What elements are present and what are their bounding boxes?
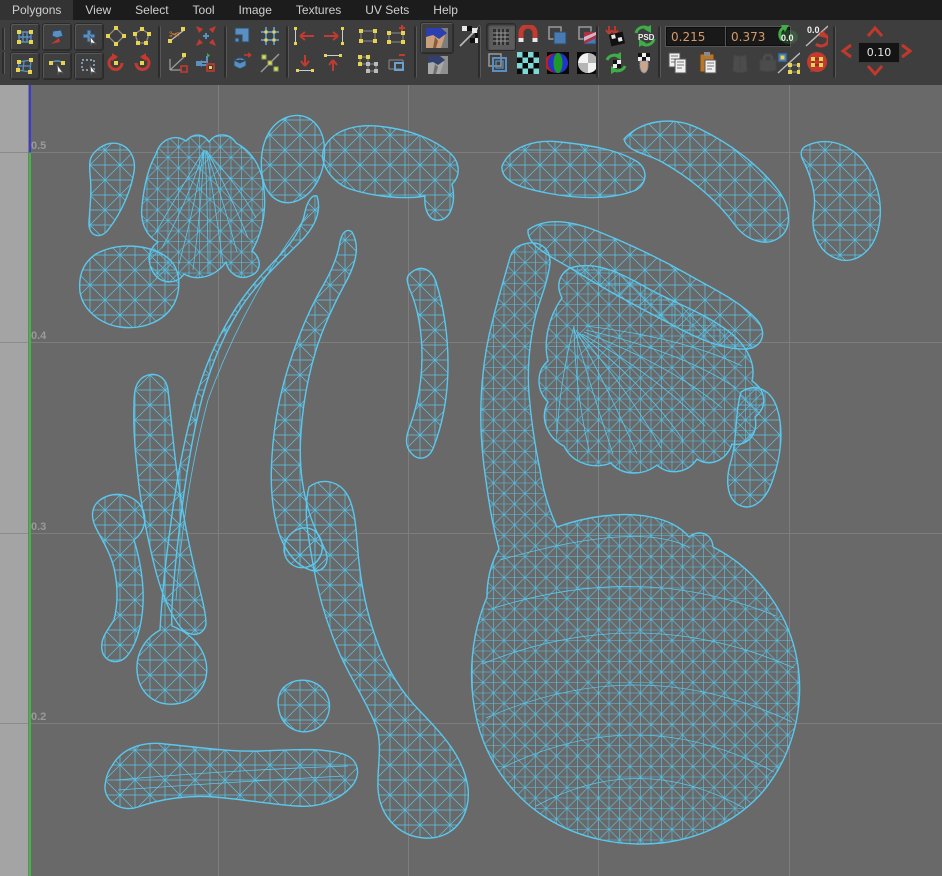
flip-u-button[interactable] [104, 24, 128, 48]
copy-paste-mode-toggle-button[interactable] [776, 51, 800, 75]
uv-shell [80, 246, 179, 327]
nudge-left-button[interactable] [840, 43, 854, 57]
grid-label-0-5: 0.5 [31, 140, 46, 152]
checker-map-toggle-button[interactable] [516, 51, 540, 75]
align-uvs-left-button[interactable] [292, 24, 316, 48]
align-uvs-bottom-button[interactable] [292, 51, 316, 75]
cycle-uvs-button[interactable] [804, 51, 828, 75]
menu-help[interactable]: Help [421, 0, 470, 20]
toolbar-separator [833, 26, 836, 78]
rotate-uvs-cw-button[interactable] [130, 51, 154, 75]
uv-editor-viewport[interactable]: 0.5 0.4 0.3 0.2 [0, 85, 942, 876]
isolate-select-remove-button[interactable] [384, 51, 408, 75]
pixel-snap-toggle-button[interactable] [486, 23, 516, 51]
u-coordinate-field[interactable] [666, 27, 730, 46]
copy-disabled-button [728, 51, 752, 75]
magnet-snap-button[interactable] [516, 24, 540, 48]
vertical-ruler [0, 85, 29, 876]
sew-uvs-button[interactable] [194, 24, 218, 48]
menu-textures[interactable]: Textures [284, 0, 353, 20]
menu-tool[interactable]: Tool [181, 0, 227, 20]
menu-bar: Polygons View Select Tool Image Textures… [0, 0, 942, 20]
grid-label-0-4: 0.4 [31, 330, 47, 342]
svg-text:0.0: 0.0 [781, 33, 794, 43]
align-uvs-top-button[interactable] [320, 51, 344, 75]
toolbar-separator [286, 26, 289, 78]
menu-uv-sets[interactable]: UV Sets [353, 0, 421, 20]
uv-smudge-tool-button[interactable] [42, 23, 72, 51]
shade-uvs-toggle-button[interactable] [546, 24, 570, 48]
rotate-uvs-ccw-button[interactable] [104, 51, 128, 75]
menu-polygons[interactable]: Polygons [0, 0, 73, 20]
toolbar-separator [224, 26, 227, 78]
dim-image-toggle-button[interactable] [424, 53, 452, 77]
nudge-value-field[interactable] [858, 42, 900, 63]
menu-view[interactable]: View [73, 0, 123, 20]
svg-text:✂: ✂ [169, 27, 180, 42]
toolbar: ✂ [0, 20, 942, 86]
toolbar-separator [414, 26, 417, 78]
nudge-down-button[interactable] [866, 63, 884, 77]
isolate-select-toggle-button[interactable] [356, 24, 380, 48]
select-edge-loop-tool-button[interactable] [42, 52, 72, 80]
uv-shell [105, 743, 358, 808]
nudge-right-button[interactable] [899, 43, 913, 57]
rotate-ccw-by-angle-button[interactable]: 0.0 [776, 24, 800, 48]
uv-shell [278, 680, 329, 732]
isolate-select-view-button[interactable] [356, 51, 380, 75]
toolbar-grip[interactable] [2, 26, 7, 78]
refresh-image-button[interactable] [604, 51, 628, 75]
svg-text:0.0: 0.0 [807, 25, 820, 35]
update-psd-networks-button[interactable]: PSD [632, 24, 656, 48]
display-image-toggle-button[interactable] [420, 22, 454, 54]
uv-lattice-deform-button[interactable] [10, 52, 40, 80]
unfold-uvs-button[interactable] [230, 51, 254, 75]
flip-v-button[interactable] [130, 24, 154, 48]
nudge-up-button[interactable] [866, 25, 884, 39]
menu-select[interactable]: Select [123, 0, 180, 20]
force-rebake-texture-button[interactable] [604, 24, 628, 48]
svg-text:PSD: PSD [638, 33, 655, 42]
move-and-sew-uvs-button[interactable] [194, 51, 218, 75]
move-uv-shell-tool-button[interactable] [74, 23, 104, 51]
menu-image[interactable]: Image [227, 0, 284, 20]
copy-uvs-button[interactable] [666, 51, 690, 75]
grid-label-0-2: 0.2 [31, 711, 46, 723]
paste-uvs-button[interactable] [696, 51, 720, 75]
toolbar-separator [478, 26, 481, 78]
layout-uvs-grid-button[interactable] [258, 24, 282, 48]
uv-lattice-tool-button[interactable] [10, 23, 40, 51]
uv-texture-editor-window: Polygons View Select Tool Image Textures… [0, 0, 942, 876]
align-uvs-right-button[interactable] [320, 24, 344, 48]
toolbar-separator [158, 26, 161, 78]
split-uvs-button[interactable] [166, 51, 190, 75]
toolbar-separator [658, 26, 661, 78]
cut-uvs-button[interactable]: ✂ [166, 24, 190, 48]
toolbar-separator [596, 26, 599, 78]
grid-label-0-3: 0.3 [31, 521, 46, 533]
uv-snapshot-button[interactable] [632, 51, 656, 75]
marquee-select-tool-button[interactable] [74, 52, 104, 80]
display-rgb-channels-button[interactable] [546, 51, 570, 75]
rotate-cw-by-angle-button[interactable]: 0.0 [804, 24, 828, 48]
relax-uvs-button[interactable] [258, 51, 282, 75]
view-grid-toggle-button[interactable] [486, 51, 510, 75]
layout-uvs-button[interactable] [230, 24, 254, 48]
isolate-select-add-button[interactable] [384, 24, 408, 48]
